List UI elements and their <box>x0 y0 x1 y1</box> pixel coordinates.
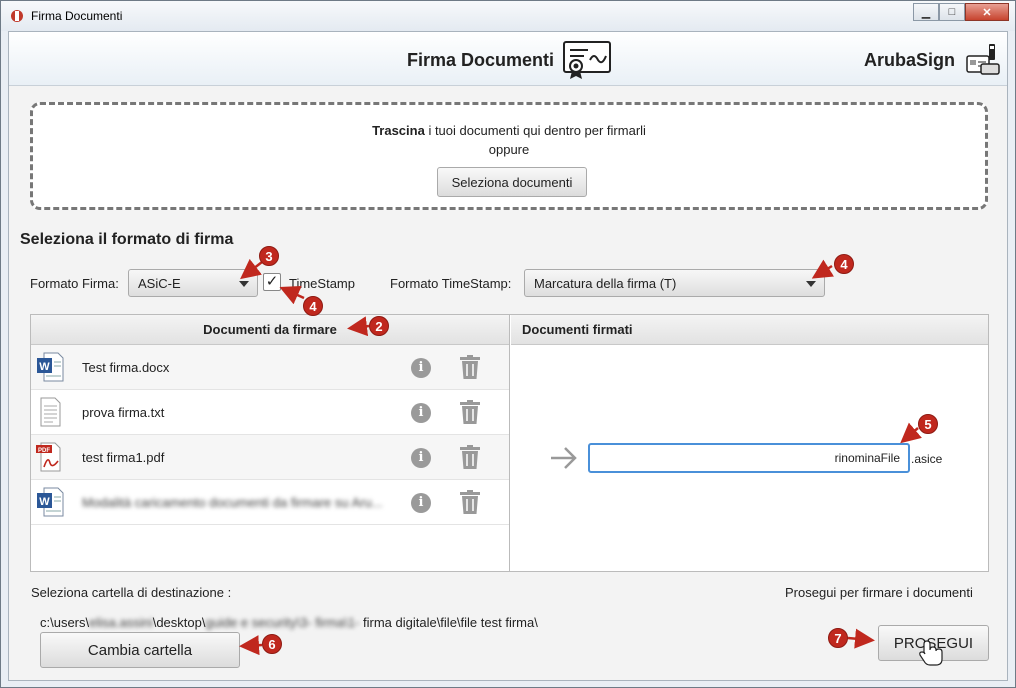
arrow-right-icon <box>551 447 577 469</box>
timestamp-format-value: Marcatura della firma (T) <box>534 275 677 291</box>
timestamp-format-label: Formato TimeStamp: <box>390 276 512 291</box>
proceed-button[interactable]: PROSEGUI <box>878 625 989 661</box>
documents-to-sign-header: Documenti da firmare <box>31 315 509 345</box>
drop-instruction: Trascina i tuoi documenti qui dentro per… <box>33 123 985 138</box>
info-icon[interactable]: i <box>411 448 431 468</box>
info-icon[interactable]: i <box>411 358 431 378</box>
pdf-file-icon: PDF <box>36 442 61 472</box>
aruba-app-icon <box>11 10 23 22</box>
info-icon[interactable]: i <box>411 403 431 423</box>
drop-instruction-bold: Trascina <box>372 123 425 138</box>
signature-format-value: ASiC-E <box>138 275 181 291</box>
page-title: Firma Documenti <box>407 50 555 70</box>
signature-format-select[interactable]: ASiC-E <box>128 269 258 297</box>
documents-to-sign-list: Documenti da firmare W Test firma.docx i <box>31 315 510 571</box>
document-rows: W Test firma.docx i prova firma.txt i PD… <box>31 345 509 525</box>
svg-text:W: W <box>39 496 50 508</box>
word-doc-icon: W <box>37 487 64 517</box>
timestamp-checkbox[interactable]: ✓ <box>263 273 281 291</box>
minimize-button[interactable]: ▁ <box>913 3 939 21</box>
document-name: Modalità caricamento documenti da firmar… <box>82 495 383 510</box>
path-user-blurred: elisa.assini <box>89 615 153 630</box>
annotation-badge-6: 6 <box>262 634 282 654</box>
select-documents-button[interactable]: Seleziona documenti <box>437 167 587 197</box>
trash-icon[interactable] <box>459 400 481 425</box>
drop-zone[interactable]: Trascina i tuoi documenti qui dentro per… <box>30 102 988 210</box>
annotation-badge-4: 4 <box>834 254 854 274</box>
svg-text:PDF: PDF <box>38 448 50 454</box>
drop-instruction-text: i tuoi documenti qui dentro per firmarli <box>424 123 646 138</box>
header-bar: Firma Documenti ArubaSign <box>9 32 1007 86</box>
change-folder-button[interactable]: Cambia cartella <box>40 632 240 668</box>
trash-icon[interactable] <box>459 445 481 470</box>
path-prefix: c:\users\ <box>40 615 90 630</box>
destination-folder-label: Seleziona cartella di destinazione : <box>31 585 232 600</box>
main-panel: Firma Documenti ArubaSign Trascina i tuo… <box>8 31 1008 681</box>
path-suffix: firma digitale\file\file test firma\ <box>359 615 538 630</box>
drop-or-text: oppure <box>488 142 530 157</box>
document-row[interactable]: prova firma.txt i <box>31 390 509 435</box>
info-icon[interactable]: i <box>411 493 431 513</box>
signed-documents-list: Documenti firmati .asice <box>511 315 988 571</box>
document-name: test firma1.pdf <box>82 450 165 465</box>
document-name: Test firma.docx <box>82 360 170 375</box>
annotation-badge-3: 3 <box>259 246 279 266</box>
proceed-label: Prosegui per firmare i documenti <box>785 585 973 600</box>
document-row[interactable]: W Test firma.docx i <box>31 345 509 390</box>
annotation-badge-2: 2 <box>369 316 389 336</box>
trash-icon[interactable] <box>459 355 481 380</box>
certificate-icon <box>563 41 611 79</box>
window-controls: ▁ □ ✕ <box>913 3 1009 21</box>
path-folder-blurred: guide e security\3- firma\1- <box>205 615 360 630</box>
title-bar: Firma Documenti ▁ □ ✕ <box>1 1 1015 31</box>
chevron-down-icon <box>239 281 249 287</box>
word-doc-icon: W <box>37 352 64 382</box>
chevron-down-icon <box>806 281 816 287</box>
timestamp-label: TimeStamp <box>289 276 355 291</box>
file-extension: .asice <box>911 452 943 466</box>
documents-panel: Documenti da firmare W Test firma.docx i <box>30 314 989 572</box>
path-mid: \desktop\ <box>152 615 206 630</box>
close-button[interactable]: ✕ <box>965 3 1009 21</box>
signed-documents-header: Documenti firmati <box>511 315 988 345</box>
app-window: Firma Documenti ▁ □ ✕ Firma Documenti Ar… <box>0 0 1016 688</box>
timestamp-format-select[interactable]: Marcatura della firma (T) <box>524 269 825 297</box>
maximize-button[interactable]: □ <box>939 3 965 21</box>
annotation-badge-7: 7 <box>828 628 848 648</box>
text-file-icon <box>40 397 61 427</box>
document-row[interactable]: W Modalità caricamento documenti da firm… <box>31 480 509 525</box>
rename-file-input[interactable] <box>588 443 910 473</box>
annotation-badge-5: 5 <box>918 414 938 434</box>
document-name: prova firma.txt <box>82 405 165 420</box>
document-row[interactable]: PDF test firma1.pdf i <box>31 435 509 480</box>
signature-format-title: Seleziona il formato di firma <box>20 231 234 248</box>
svg-text:W: W <box>39 361 50 373</box>
annotation-badge-4: 4 <box>303 296 323 316</box>
brand-name: ArubaSign <box>864 50 956 70</box>
trash-icon[interactable] <box>459 490 481 515</box>
window-title: Firma Documenti <box>31 9 123 23</box>
signature-format-label: Formato Firma: <box>30 276 119 291</box>
smartcard-reader-icon <box>966 44 1000 75</box>
destination-path: c:\users\elisa.assini\desktop\guide e se… <box>40 615 538 630</box>
